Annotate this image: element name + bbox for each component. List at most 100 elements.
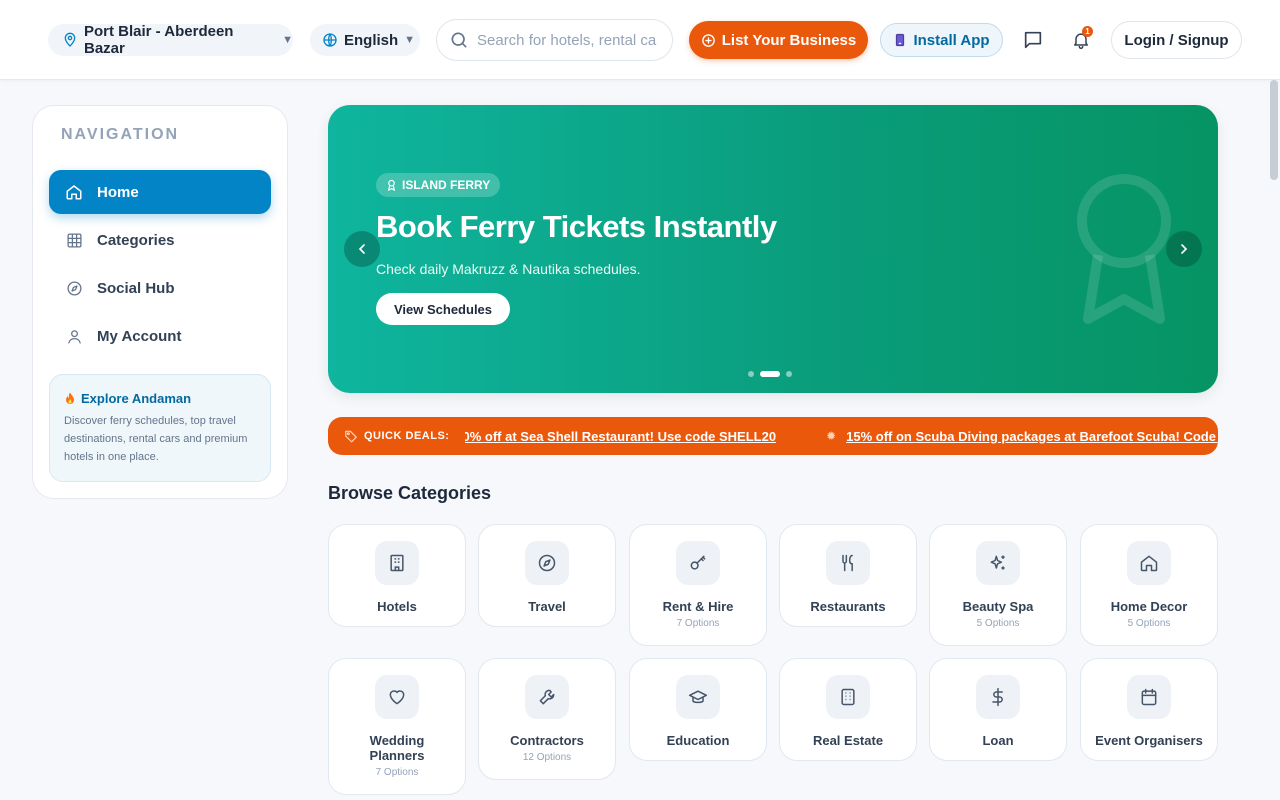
category-options: 12 Options — [522, 752, 572, 763]
category-name: Home Decor — [1110, 599, 1188, 614]
phone-icon — [893, 33, 907, 47]
deals-inner: Get 20% off at Sea Shell Restaurant! Use… — [465, 417, 1218, 455]
category-name: Real Estate — [812, 733, 884, 748]
category-card-real-estate[interactable]: Real Estate — [779, 658, 917, 761]
carousel-dots — [748, 371, 792, 377]
location-selector[interactable]: Port Blair - Aberdeen Bazar ▼ — [48, 23, 293, 57]
sidebar: NAVIGATION Home Categories Social Hub My… — [32, 105, 288, 499]
deal-link[interactable]: Get 20% off at Sea Shell Restaurant! Use… — [465, 429, 776, 444]
chevron-left-icon — [354, 241, 370, 257]
category-card-rent-hire[interactable]: Rent & Hire 7 Options — [629, 524, 767, 646]
office-building-icon — [826, 675, 870, 719]
sidebar-item-home[interactable]: Home — [49, 170, 271, 214]
home-icon — [65, 183, 83, 201]
language-selector[interactable]: English ▼ — [310, 24, 420, 56]
deals-ticker: Get 20% off at Sea Shell Restaurant! Use… — [465, 417, 1218, 455]
category-name: Beauty Spa — [962, 599, 1034, 614]
hero-title: Book Ferry Tickets Instantly — [376, 209, 777, 244]
diver-icon: ✹ — [826, 429, 837, 443]
graduation-cap-icon — [676, 675, 720, 719]
search-input[interactable] — [477, 31, 657, 49]
category-options: 7 Options — [676, 618, 720, 629]
notification-badge: 1 — [1082, 26, 1093, 37]
sidebar-item-my-account[interactable]: My Account — [49, 314, 271, 358]
nav-title: NAVIGATION — [61, 126, 180, 143]
award-ribbon-icon — [1068, 171, 1180, 332]
sidebar-item-social-hub[interactable]: Social Hub — [49, 266, 271, 310]
utensils-icon — [826, 541, 870, 585]
carousel-dot-active[interactable] — [760, 371, 780, 377]
language-label: English — [344, 31, 399, 49]
award-icon — [386, 179, 397, 191]
category-name: Wedding Planners — [369, 733, 425, 763]
caret-down-icon: ▼ — [282, 34, 293, 46]
sidebar-item-categories[interactable]: Categories — [49, 218, 271, 262]
category-name: Event Organisers — [1095, 733, 1203, 748]
explore-card: Explore Andaman Discover ferry schedules… — [49, 374, 271, 482]
chat-button[interactable] — [1017, 24, 1049, 56]
deals-label: QUICK DEALS: — [364, 430, 450, 442]
list-business-button[interactable]: List Your Business — [689, 21, 868, 59]
view-schedules-button[interactable]: View Schedules — [376, 293, 510, 325]
login-signup-button[interactable]: Login / Signup — [1111, 21, 1242, 59]
category-card-contractors[interactable]: Contractors 12 Options — [478, 658, 616, 780]
category-card-loan[interactable]: Loan — [929, 658, 1067, 761]
category-card-restaurants[interactable]: Restaurants — [779, 524, 917, 627]
map-pin-icon — [62, 32, 78, 48]
hero-next-button[interactable] — [1166, 231, 1202, 267]
plus-circle-icon — [701, 33, 716, 48]
quick-deals-bar: QUICK DEALS: Get 20% off at Sea Shell Re… — [328, 417, 1218, 455]
carousel-dot[interactable] — [748, 371, 754, 377]
category-card-event-organisers[interactable]: Event Organisers — [1080, 658, 1218, 761]
browse-categories-title: Browse Categories — [328, 483, 492, 503]
fire-icon — [64, 392, 76, 405]
globe-icon — [322, 32, 338, 48]
category-card-beauty-spa[interactable]: Beauty Spa 5 Options — [929, 524, 1067, 646]
notifications-button[interactable]: 1 — [1065, 24, 1097, 56]
chevron-right-icon — [1176, 241, 1192, 257]
carousel-dot[interactable] — [786, 371, 792, 377]
hero-banner: ISLAND FERRY Book Ferry Tickets Instantl… — [328, 105, 1218, 393]
sidebar-item-label: Categories — [97, 231, 175, 249]
calendar-icon — [1127, 675, 1171, 719]
category-card-education[interactable]: Education — [629, 658, 767, 761]
dollar-icon — [976, 675, 1020, 719]
category-options: 7 Options — [375, 767, 419, 778]
category-card-wedding-planners[interactable]: Wedding Planners 7 Options — [328, 658, 466, 795]
sidebar-item-label: Home — [97, 183, 139, 201]
page-scrollbar[interactable] — [1270, 80, 1278, 180]
hero-subtitle: Check daily Makruzz & Nautika schedules. — [376, 261, 641, 277]
hero-tag-label: ISLAND FERRY — [402, 178, 491, 192]
category-name: Rent & Hire — [662, 599, 734, 614]
category-name: Loan — [982, 733, 1014, 748]
sidebar-item-label: My Account — [97, 327, 182, 345]
sidebar-item-label: Social Hub — [97, 279, 175, 297]
deals-label-row: QUICK DEALS: — [344, 417, 449, 455]
tag-icon — [344, 429, 358, 443]
category-name: Education — [666, 733, 730, 748]
search-icon — [449, 30, 469, 50]
compass-icon — [65, 279, 83, 297]
category-name: Hotels — [377, 599, 417, 614]
explore-title-row: Explore Andaman — [64, 391, 256, 406]
deal-link[interactable]: 15% off on Scuba Diving packages at Bare… — [846, 429, 1218, 444]
chat-icon — [1022, 29, 1044, 51]
install-app-button[interactable]: Install App — [880, 23, 1003, 57]
top-header: Port Blair - Aberdeen Bazar ▼ English ▼ … — [0, 0, 1280, 80]
category-card-home-decor[interactable]: Home Decor 5 Options — [1080, 524, 1218, 646]
caret-down-icon: ▼ — [404, 34, 416, 46]
list-business-label: List Your Business — [721, 31, 857, 49]
category-name: Restaurants — [810, 599, 886, 614]
category-card-travel[interactable]: Travel — [478, 524, 616, 627]
compass-icon — [525, 541, 569, 585]
category-options: 5 Options — [976, 618, 1020, 629]
explore-description: Discover ferry schedules, top travel des… — [64, 415, 248, 463]
heart-icon — [375, 675, 419, 719]
hero-prev-button[interactable] — [344, 231, 380, 267]
sparkles-icon — [976, 541, 1020, 585]
search-box[interactable] — [436, 19, 673, 61]
explore-title: Explore Andaman — [81, 391, 192, 406]
category-card-hotels[interactable]: Hotels — [328, 524, 466, 627]
category-name: Contractors — [510, 733, 584, 748]
category-options: 5 Options — [1127, 618, 1171, 629]
